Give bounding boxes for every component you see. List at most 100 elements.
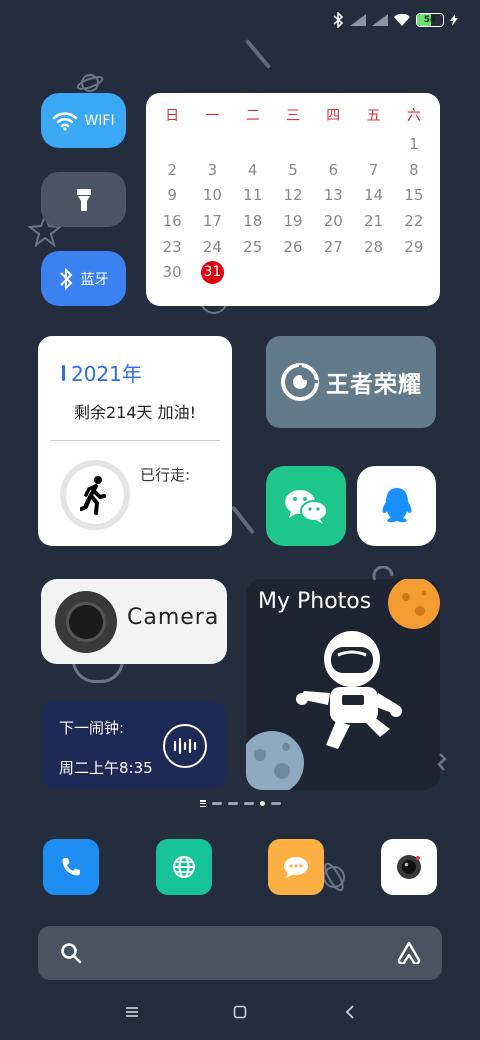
calendar-day-number: 25: [243, 237, 263, 256]
calendar-day[interactable]: 23: [152, 234, 192, 260]
decor-stick: [244, 38, 272, 70]
calendar-day-number: 1: [409, 134, 419, 153]
calendar-day[interactable]: 15: [394, 182, 434, 208]
calendar-day[interactable]: 8: [394, 157, 434, 183]
calendar-day-number: 31: [200, 260, 224, 284]
calendar-day: [192, 131, 232, 157]
menu-icon: [126, 1007, 138, 1017]
calendar-day-number: 27: [323, 237, 343, 256]
home-button[interactable]: [228, 1000, 252, 1024]
calendar-widget[interactable]: 日一二三四五六 1 2 3 4 5 6 7 8 9 10 11 12 13 14 15 16 17 18 19 20 21…: [146, 93, 440, 306]
bluetooth-icon: [59, 267, 72, 290]
game-name: 王者荣耀: [326, 372, 422, 398]
decor-stick: [230, 505, 256, 535]
calendar-day[interactable]: 6: [313, 157, 353, 183]
calendar-day[interactable]: 11: [233, 182, 273, 208]
calendar-day[interactable]: 3: [192, 157, 232, 183]
calendar-day-number: 29: [404, 237, 424, 256]
calendar-today[interactable]: 31: [192, 259, 232, 285]
calendar-day[interactable]: 20: [313, 208, 353, 234]
qq-app[interactable]: [357, 466, 436, 546]
alarm-wave-button[interactable]: [163, 724, 207, 768]
calendar-day[interactable]: 30: [152, 259, 192, 285]
camera-widget[interactable]: Camera: [41, 579, 227, 664]
wifi-icon: [53, 111, 78, 131]
calendar-day[interactable]: 27: [313, 234, 353, 260]
calendar-day-number: 16: [162, 211, 182, 230]
sound-wave-icon: [173, 737, 197, 755]
calendar-day[interactable]: 25: [233, 234, 273, 260]
back-icon: [345, 1005, 354, 1019]
calendar-weekday: 日: [165, 108, 180, 124]
bluetooth-icon: [333, 12, 344, 28]
calendar-day[interactable]: 17: [192, 208, 232, 234]
flashlight-icon: [76, 188, 91, 211]
moon-icon: [246, 731, 304, 790]
calendar-day[interactable]: 14: [353, 182, 393, 208]
calendar-day[interactable]: 1: [394, 131, 434, 157]
wechat-app[interactable]: [266, 466, 346, 546]
calendar-day[interactable]: 2: [152, 157, 192, 183]
alarm-title: 下一闹钟:: [59, 719, 125, 737]
calendar-day[interactable]: 7: [353, 157, 393, 183]
calendar-day[interactable]: 9: [152, 182, 192, 208]
photos-widget[interactable]: My Photos: [246, 579, 440, 790]
step-ring: [60, 460, 130, 530]
qq-icon: [382, 488, 411, 523]
calendar-day-number: 7: [368, 160, 379, 179]
planet-orange-icon: [388, 579, 440, 629]
calendar-day[interactable]: 26: [273, 234, 313, 260]
camera-label: Camera: [127, 605, 220, 630]
wifi-toggle[interactable]: WIFI: [41, 93, 126, 148]
calendar-day[interactable]: 5: [273, 157, 313, 183]
alarm-widget[interactable]: 下一闹钟: 周二上午8:35: [41, 701, 227, 789]
camera-lens-icon: [55, 591, 117, 653]
calendar-day[interactable]: 16: [152, 208, 192, 234]
page-dot-active: [259, 801, 265, 806]
calendar-day[interactable]: 13: [313, 182, 353, 208]
calendar-day-number: 23: [162, 237, 182, 256]
wechat-icon: [285, 490, 328, 524]
messages-app[interactable]: [268, 839, 324, 895]
calendar-day[interactable]: 29: [394, 234, 434, 260]
calendar-day[interactable]: 21: [353, 208, 393, 234]
calendar-day[interactable]: 22: [394, 208, 434, 234]
calendar-day[interactable]: 18: [233, 208, 273, 234]
calendar-day-number: 8: [409, 160, 419, 179]
signal-icon: [350, 14, 366, 26]
calendar-day[interactable]: 28: [353, 234, 393, 260]
page-dot: [243, 802, 254, 805]
battery-icon: 54: [416, 13, 444, 27]
calendar-day-number: 4: [247, 160, 258, 179]
assistant-icon[interactable]: [396, 940, 422, 964]
calendar-day[interactable]: 19: [273, 208, 313, 234]
page-indicator[interactable]: [0, 800, 480, 807]
photos-title: My Photos: [258, 589, 372, 614]
calendar-day[interactable]: 10: [192, 182, 232, 208]
calendar-day-number: 18: [243, 211, 263, 230]
calendar-day-number: 11: [243, 186, 263, 205]
camera-icon: [397, 855, 421, 879]
calendar-day-number: 2: [167, 160, 177, 179]
browser-app[interactable]: [156, 839, 212, 895]
year-progress-widget[interactable]: 2021年 剩余214天 加油! 已行走:: [38, 336, 232, 546]
calendar-day[interactable]: 24: [192, 234, 232, 260]
bluetooth-toggle[interactable]: 蓝牙: [41, 251, 126, 306]
calendar-day-number: 9: [167, 186, 177, 205]
phone-app[interactable]: [43, 839, 99, 895]
calendar-day-number: 6: [328, 160, 339, 179]
game-logo-icon: [281, 363, 319, 401]
messages-icon: [284, 857, 308, 878]
search-bar[interactable]: [38, 926, 442, 980]
camera-app[interactable]: [381, 839, 437, 895]
menu-button[interactable]: [120, 1000, 144, 1024]
calendar-day: [152, 131, 192, 157]
calendar-day[interactable]: 12: [273, 182, 313, 208]
calendar-day-number: 10: [202, 186, 222, 205]
back-button[interactable]: [338, 1000, 362, 1024]
flashlight-toggle[interactable]: [41, 172, 126, 227]
calendar-day-number: 12: [283, 186, 303, 205]
calendar-day-number: 5: [288, 160, 298, 179]
calendar-day[interactable]: 4: [233, 157, 273, 183]
game-app-tile[interactable]: 王者荣耀: [266, 336, 436, 428]
